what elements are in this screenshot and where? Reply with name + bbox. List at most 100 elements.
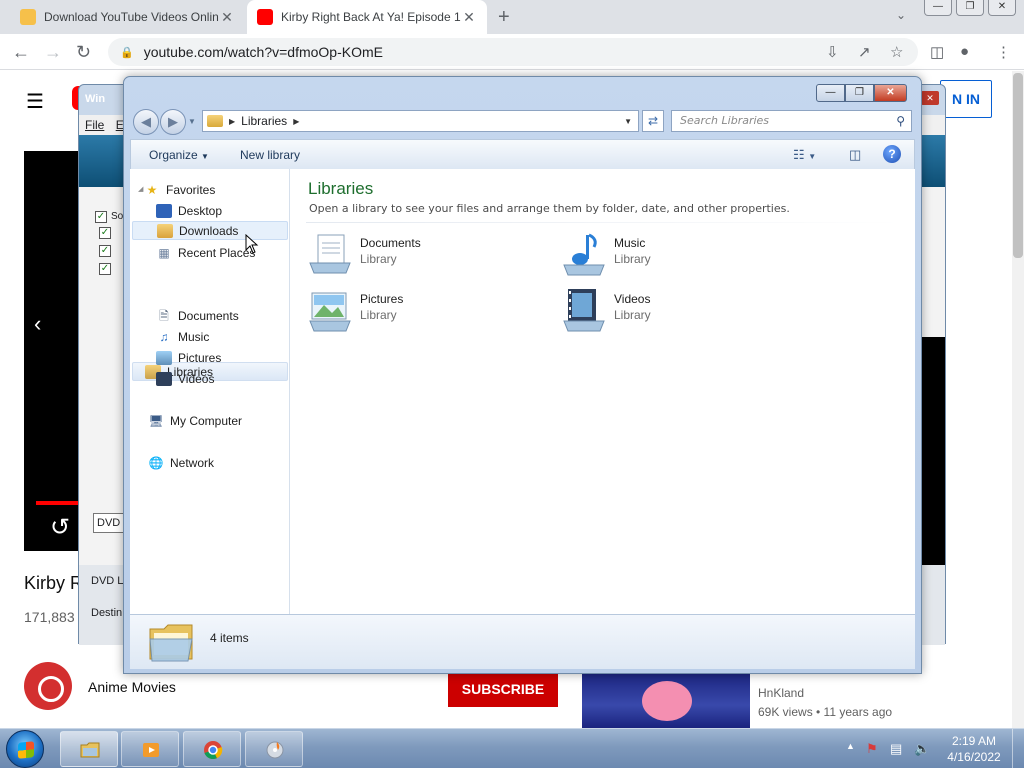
taskbar-media-app[interactable] — [121, 731, 179, 767]
recommended-channel: HnKland — [758, 686, 805, 700]
refresh-button[interactable]: ⇄ — [642, 110, 664, 132]
tab-search-chevron-icon[interactable]: ⌄ — [896, 8, 906, 22]
library-pictures[interactable]: Pictures Library — [306, 285, 536, 335]
replay-icon[interactable]: ↺ — [50, 513, 70, 542]
organize-button[interactable]: Organize ▼ — [149, 148, 209, 162]
back-arrow-icon[interactable]: ← — [12, 42, 30, 63]
new-library-button[interactable]: New library — [240, 148, 300, 162]
item-checkbox[interactable]: ✓ — [99, 227, 111, 239]
page-scrollbar[interactable] — [1012, 71, 1024, 728]
maximize-button[interactable]: ❐ — [845, 84, 874, 102]
bookmark-star-icon[interactable]: ☆ — [890, 43, 903, 61]
nav-label: Videos — [178, 371, 215, 386]
address-bar[interactable]: 🔒 youtube.com/watch?v=dfmoOp-KOmE — [108, 38, 918, 66]
nav-item-downloads[interactable]: Downloads — [132, 221, 288, 240]
tab-close-icon[interactable]: ✕ — [219, 9, 235, 26]
previous-chevron-icon[interactable]: ‹ — [34, 311, 41, 337]
pictures-icon — [156, 350, 172, 365]
side-panel-icon[interactable]: ◫ — [930, 43, 944, 61]
install-app-icon[interactable]: ⇩ — [826, 43, 839, 61]
nav-item-documents[interactable]: 🗎 Documents — [156, 306, 245, 325]
browser-minimize-button[interactable]: — — [924, 0, 952, 16]
volume-icon[interactable]: 🔈 — [914, 741, 930, 757]
address-dropdown-icon[interactable]: ▼ — [624, 117, 632, 126]
menu-file[interactable]: File — [85, 118, 104, 132]
show-desktop-button[interactable] — [1012, 729, 1024, 768]
search-input[interactable]: Search Libraries ⚲ — [671, 110, 912, 132]
progress-bar[interactable] — [36, 501, 80, 505]
browser-close-button[interactable]: ✕ — [988, 0, 1016, 16]
close-button[interactable]: ✕ — [874, 84, 907, 102]
library-type: Library — [614, 252, 651, 266]
search-icon[interactable]: ⚲ — [896, 111, 905, 131]
taskbar-disc-app[interactable] — [245, 731, 303, 767]
breadcrumb-arrow-icon[interactable]: ▶ — [229, 117, 235, 126]
computer-icon: 🖥 — [148, 413, 164, 428]
library-videos[interactable]: Videos Library — [560, 285, 790, 335]
app-title-text: Win — [85, 93, 106, 105]
nav-item-favorites[interactable]: ★ Favorites — [144, 180, 221, 199]
item-checkbox[interactable]: ✓ — [99, 263, 111, 275]
sign-in-button[interactable]: N IN — [940, 80, 992, 118]
explorer-window: — ❐ ✕ ◀ ▶ ▼ ▶ Libraries ▶ ▼ ⇄ Search Lib… — [123, 76, 922, 674]
channel-avatar[interactable] — [24, 662, 72, 710]
minimize-button[interactable]: — — [816, 84, 845, 102]
recommended-thumbnail[interactable] — [582, 671, 750, 728]
taskbar-chrome[interactable] — [183, 731, 241, 767]
item-checkbox[interactable]: ✓ — [99, 245, 111, 257]
select-all-checkbox[interactable]: ✓ — [95, 211, 107, 223]
nav-item-desktop[interactable]: Desktop — [156, 201, 228, 220]
library-documents[interactable]: Documents Library — [306, 229, 536, 279]
tab-close-icon[interactable]: ✕ — [461, 9, 477, 26]
explorer-caption-buttons: — ❐ ✕ — [816, 84, 907, 102]
app-close-button[interactable]: ✕ — [921, 91, 939, 105]
scrollbar-thumb[interactable] — [1013, 73, 1023, 258]
channel-name[interactable]: Anime Movies — [88, 679, 176, 695]
subscribe-button[interactable]: SUBSCRIBE — [448, 671, 558, 707]
nav-item-music[interactable]: ♫ Music — [156, 327, 215, 346]
nav-item-pictures[interactable]: Pictures — [156, 348, 227, 367]
library-name: Pictures — [360, 292, 404, 306]
new-tab-button[interactable]: + — [498, 6, 510, 29]
breadcrumb-arrow-icon[interactable]: ▶ — [293, 117, 299, 126]
history-dropdown-icon[interactable]: ▼ — [188, 117, 196, 126]
page-subtitle: Open a library to see your files and arr… — [309, 202, 790, 215]
taskbar-explorer[interactable] — [60, 731, 118, 767]
forward-arrow-icon[interactable]: ▶ — [160, 109, 186, 135]
address-bar[interactable]: ▶ Libraries ▶ ▼ — [202, 110, 639, 132]
back-arrow-icon[interactable]: ◀ — [133, 109, 159, 135]
expand-triangle-icon[interactable]: ◢ — [138, 185, 143, 193]
show-hidden-icons-chevron-icon[interactable]: ▲ — [846, 741, 855, 751]
explorer-folder-icon — [80, 742, 100, 758]
view-options-icon[interactable]: ☷ ▼ — [793, 147, 816, 163]
hamburger-menu-icon[interactable]: ☰ — [26, 89, 44, 114]
star-icon: ★ — [146, 182, 158, 197]
video-player[interactable]: ‹ ↺ — [24, 151, 80, 551]
share-icon[interactable]: ↗ — [858, 43, 871, 61]
action-center-flag-icon[interactable]: ⚑ — [866, 741, 878, 757]
system-clock[interactable]: 2:19 AM 4/16/2022 — [944, 733, 1004, 765]
nav-item-videos[interactable]: Videos — [156, 369, 220, 388]
library-name: Music — [614, 236, 646, 250]
nav-item-network[interactable]: 🌐 Network — [148, 453, 220, 472]
library-music[interactable]: Music Library — [560, 229, 790, 279]
help-icon[interactable]: ? — [883, 145, 901, 163]
organize-label: Organize — [149, 148, 198, 162]
tab-kirby-video[interactable]: Kirby Right Back At Ya! Episode 1 ✕ — [247, 0, 487, 34]
tab-download-youtube[interactable]: Download YouTube Videos Onlin ✕ — [10, 0, 245, 34]
reload-icon[interactable]: ↻ — [76, 42, 91, 63]
preview-pane-icon[interactable]: ◫ — [849, 147, 861, 163]
network-tray-icon[interactable]: ▤ — [890, 741, 902, 757]
chrome-menu-icon[interactable]: ⋮ — [996, 43, 1011, 61]
address-url: youtube.com/watch?v=dfmoOp-KOmE — [143, 44, 383, 60]
breadcrumb-libraries[interactable]: Libraries — [241, 114, 287, 128]
pictures-library-icon — [309, 292, 351, 332]
profile-avatar-icon[interactable]: ● — [960, 43, 969, 60]
forward-arrow-icon[interactable]: → — [44, 42, 62, 63]
nav-item-my-computer[interactable]: 🖥 My Computer — [148, 411, 248, 430]
browser-restore-button[interactable]: ❐ — [956, 0, 984, 16]
start-button[interactable] — [6, 730, 44, 768]
downloads-folder-icon — [157, 223, 173, 238]
details-pane: 4 items — [130, 614, 915, 669]
nav-label: Downloads — [179, 223, 239, 238]
